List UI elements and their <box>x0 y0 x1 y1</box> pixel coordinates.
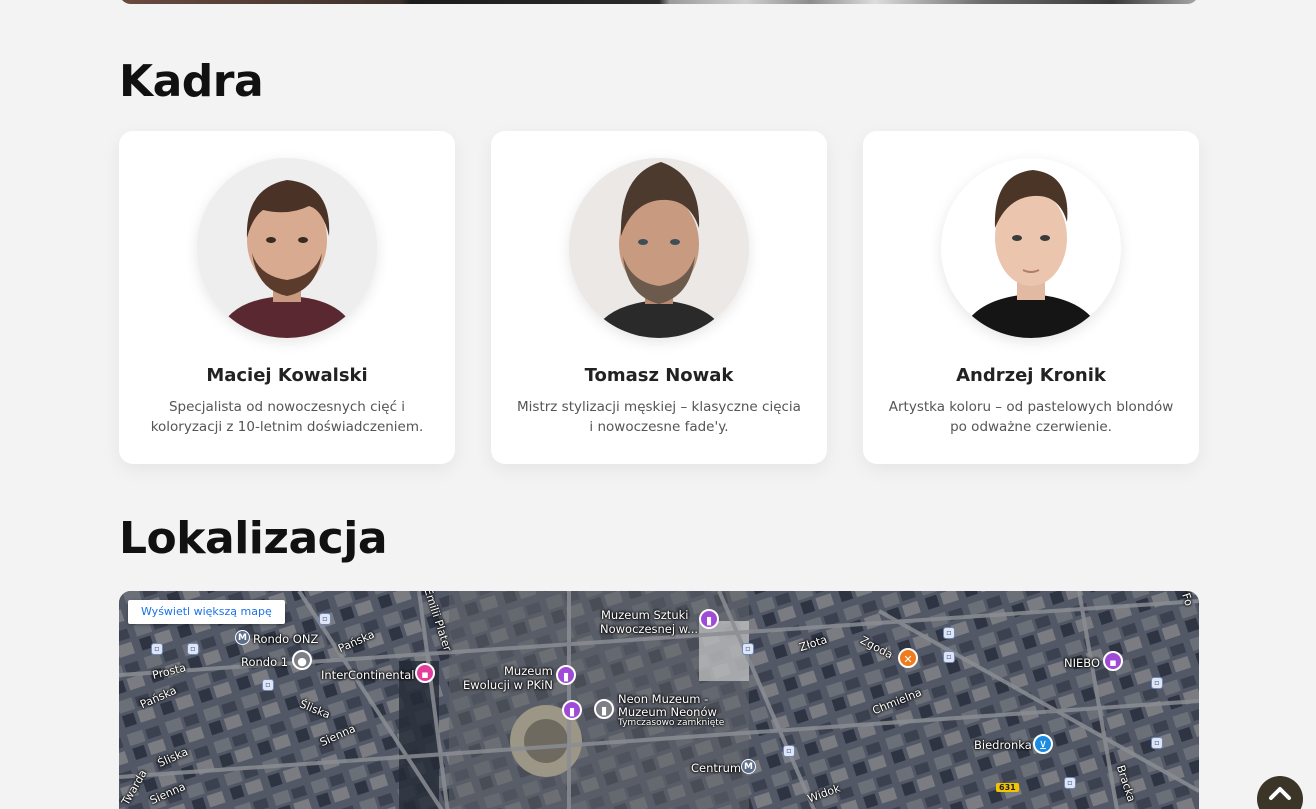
bus-stop-icon[interactable]: ▫ <box>1151 737 1163 749</box>
view-larger-map-button[interactable]: Wyświetl większą mapę <box>128 600 285 624</box>
team-member-description: Artystka koloru – od pastelowych blondów… <box>888 399 1174 435</box>
bus-stop-icon[interactable]: ▫ <box>943 651 955 663</box>
place-label[interactable]: Rondo ONZ <box>253 632 318 646</box>
bus-stop-icon[interactable]: ▫ <box>187 643 199 655</box>
portrait-maciej <box>197 158 377 338</box>
hotel-icon[interactable]: ▪ <box>415 663 435 683</box>
shopping-cart-icon[interactable]: ⊻ <box>1033 734 1053 754</box>
road-number-badge: 631 <box>996 783 1019 792</box>
team-card: Maciej Kowalski Specjalista od nowoczesn… <box>119 131 455 464</box>
team-cards: Maciej Kowalski Specjalista od nowoczesn… <box>119 131 1199 464</box>
metro-icon[interactable]: M <box>741 759 756 774</box>
avatar <box>197 158 377 338</box>
avatar <box>941 158 1121 338</box>
metro-icon[interactable]: M <box>235 630 250 645</box>
restaurant-icon[interactable]: ✕ <box>898 648 918 668</box>
place-label[interactable]: Centrum <box>691 761 741 775</box>
place-label[interactable]: Biedronka <box>974 738 1032 752</box>
team-card: Andrzej Kronik Artystka koloru – od past… <box>863 131 1199 464</box>
place-label[interactable]: NIEBO <box>1064 656 1100 670</box>
museum-icon[interactable]: ▮ <box>556 665 576 685</box>
portrait-tomasz <box>569 158 749 338</box>
place-status: Tymczasowo zamknięte <box>618 718 725 728</box>
team-section-title: Kadra <box>119 56 264 107</box>
portrait-andrzej <box>941 158 1121 338</box>
place-label[interactable]: Rondo 1 <box>241 655 288 669</box>
team-member-name: Maciej Kowalski <box>206 365 368 386</box>
place-label[interactable]: Muzeum <box>504 664 553 678</box>
top-banner-image <box>119 0 1199 4</box>
bus-stop-icon[interactable]: ▫ <box>151 643 163 655</box>
museum-icon[interactable]: ▮ <box>562 700 582 720</box>
place-label[interactable]: InterContinental <box>321 668 414 682</box>
location-section-title: Lokalizacja <box>119 513 388 564</box>
place-label[interactable]: Ewolucji w PKiN <box>463 678 553 692</box>
location-pin-icon[interactable]: ● <box>292 650 312 670</box>
place-label[interactable]: Muzeum Sztuki <box>601 608 688 622</box>
team-member-description: Specjalista od nowoczesnych cięć i kolor… <box>150 399 424 435</box>
team-member-name: Andrzej Kronik <box>956 365 1106 386</box>
chevron-up-icon <box>1269 787 1291 800</box>
avatar <box>569 158 749 338</box>
scroll-to-top-button[interactable] <box>1257 776 1303 809</box>
team-member-description: Mistrz stylizacji męskiej – klasyczne ci… <box>517 399 801 435</box>
bus-stop-icon[interactable]: ▫ <box>1151 677 1163 689</box>
bus-stop-icon[interactable]: ▫ <box>319 613 331 625</box>
bus-stop-icon[interactable]: ▫ <box>1064 777 1076 789</box>
bus-stop-icon[interactable]: ▫ <box>783 745 795 757</box>
bus-stop-icon[interactable]: ▫ <box>742 643 754 655</box>
museum-icon[interactable]: ▮ <box>594 699 614 719</box>
google-map-embed[interactable]: Wyświetl większą mapę M Rondo ONZ Rondo … <box>119 591 1199 809</box>
museum-icon[interactable]: ▮ <box>699 609 719 629</box>
bus-stop-icon[interactable]: ▫ <box>943 627 955 639</box>
team-member-name: Tomasz Nowak <box>584 365 734 386</box>
place-label[interactable]: Neon Muzeum - <box>618 692 708 706</box>
team-card: Tomasz Nowak Mistrz stylizacji męskiej –… <box>491 131 827 464</box>
place-label[interactable]: Muzeum Neonów <box>618 705 717 719</box>
attraction-icon[interactable]: ▪ <box>1103 651 1123 671</box>
place-label[interactable]: Nowoczesnej w... <box>600 622 698 636</box>
bus-stop-icon[interactable]: ▫ <box>262 679 274 691</box>
